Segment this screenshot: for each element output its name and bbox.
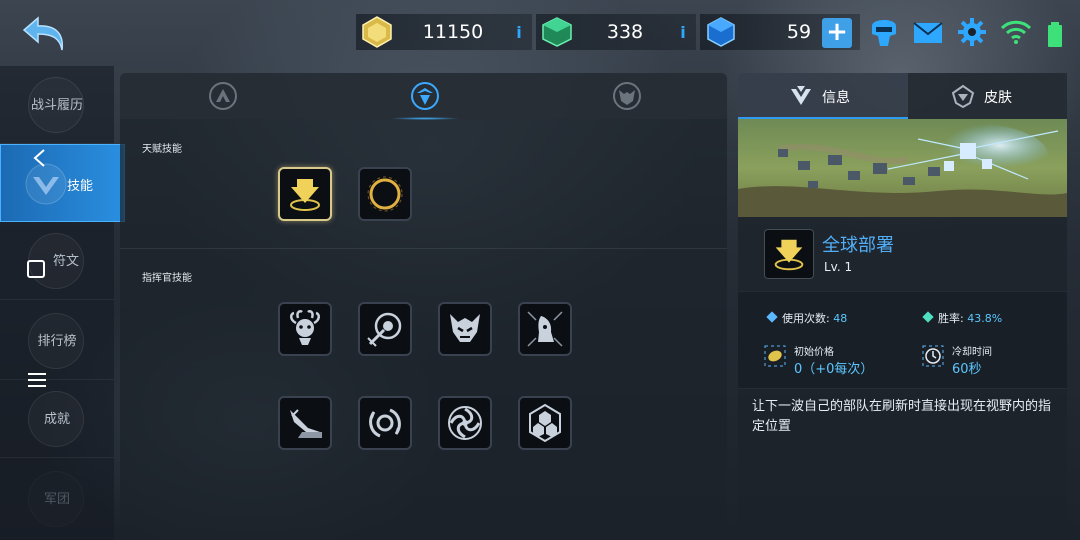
nav-item-leaderboard[interactable]: 排行榜: [0, 302, 114, 380]
medusa-skill-icon[interactable]: [278, 302, 332, 356]
winrate-stat: 胜率: 43.8%: [922, 310, 1003, 326]
skill-level: Lv. 1: [824, 260, 853, 274]
cooldown-value: 60秒: [952, 362, 982, 377]
detail-tabs: 信息 皮肤: [738, 73, 1067, 119]
uses-stat: 使用次数: 48: [766, 310, 848, 326]
add-currency-button[interactable]: +: [822, 18, 852, 48]
winrate-label: 胜率:: [938, 312, 964, 325]
price-value: 0（+0每次）: [794, 362, 874, 377]
tab-skin-label: 皮肤: [984, 90, 1012, 106]
info-tab-icon: [791, 86, 811, 105]
back-arrow-icon[interactable]: [18, 10, 74, 56]
active-tab-indicator: [390, 117, 460, 120]
tab-info-label: 信息: [822, 90, 850, 106]
price-label: 初始价格: [794, 347, 834, 358]
helmet-icon[interactable]: [866, 14, 902, 50]
skill-category-tabs: [120, 73, 727, 120]
section-divider: [120, 248, 727, 249]
gold-info-icon[interactable]: i: [512, 20, 526, 44]
clock-icon: [922, 345, 944, 367]
green-gem-counter: 338 i: [536, 14, 696, 50]
skill-preview-image: [738, 119, 1067, 217]
deploy-skill-icon[interactable]: [278, 167, 332, 221]
winrate-value: 43.8%: [967, 312, 1003, 325]
hexagon-skill-icon[interactable]: [518, 396, 572, 450]
overlay-home-icon[interactable]: [27, 260, 45, 278]
overlay-menu-icon[interactable]: [28, 373, 46, 387]
green-gem-value: 338: [606, 21, 644, 43]
skill-name: 全球部署: [822, 235, 894, 256]
skill-description: 让下一波自己的部队在刷新时直接出现在视野内的指定位置: [752, 399, 1052, 434]
blue-gem-icon: [707, 17, 735, 47]
cooldown-label: 冷却时间: [952, 347, 992, 358]
tab-skin[interactable]: 皮肤: [908, 73, 1067, 119]
nav-item-label: 成就: [43, 412, 70, 427]
top-bar: 11150 i 338 i 59 +: [0, 0, 1080, 66]
green-info-icon[interactable]: i: [676, 20, 690, 44]
nav-item-skills[interactable]: 技能: [0, 144, 125, 222]
skill-tab-icon[interactable]: [410, 81, 440, 111]
missile-skill-icon[interactable]: [278, 396, 332, 450]
nav-item-battle-history[interactable]: 战斗履历: [0, 66, 114, 144]
coin-icon: [764, 345, 786, 367]
skull-tab-icon[interactable]: [612, 81, 642, 111]
diamond-icon: [766, 311, 778, 323]
nav-item-label: 符文: [52, 254, 79, 269]
nav-item-achievements[interactable]: 成就: [0, 380, 114, 458]
battery-icon: [1048, 22, 1062, 47]
overlay-back-icon[interactable]: [30, 148, 50, 168]
horn-skill-icon[interactable]: [518, 302, 572, 356]
deploy-skill-icon: [774, 239, 804, 271]
nav-item-label: 排行榜: [37, 334, 77, 349]
wifi-icon: [1000, 20, 1032, 44]
selected-skill-icon: [764, 229, 814, 279]
demon-skill-icon[interactable]: [438, 302, 492, 356]
gear-icon[interactable]: [954, 14, 990, 50]
spiral-skill-icon[interactable]: [438, 396, 492, 450]
uses-value: 48: [833, 312, 848, 325]
skill-detail-panel: 信息 皮肤 全球部署 Lv. 1 使用次数: 48 胜率: 43.8% 初始价格…: [738, 73, 1067, 540]
mail-icon[interactable]: [910, 14, 946, 50]
target-skill-icon[interactable]: [358, 302, 412, 356]
nav-item-label: 军团: [43, 492, 70, 507]
talent-skills-title: 天赋技能: [142, 144, 182, 155]
tab-info[interactable]: 信息: [738, 73, 908, 119]
commander-tab-icon[interactable]: [208, 81, 238, 111]
skin-tab-icon: [951, 84, 975, 109]
nav-item-runes[interactable]: 符文: [0, 222, 114, 300]
nav-item-legion[interactable]: 军团: [0, 460, 114, 538]
gold-counter: 11150 i: [356, 14, 532, 50]
green-cube-icon: [542, 17, 572, 47]
commander-skills-title: 指挥官技能: [142, 273, 192, 284]
skills-panel: 天赋技能 指挥官技能: [120, 73, 727, 540]
skill-stats: 使用次数: 48 胜率: 43.8% 初始价格 0（+0每次） 冷却时间 60秒: [738, 291, 1067, 389]
ring-skill-icon[interactable]: [358, 167, 412, 221]
uses-label: 使用次数:: [782, 312, 830, 325]
nav-item-label: 技能: [67, 179, 94, 194]
diamond-icon: [922, 311, 934, 323]
gold-value: 11150: [422, 21, 484, 43]
gold-gem-icon: [362, 16, 392, 48]
left-nav: 战斗履历 符文 排行榜 成就 军团: [0, 66, 114, 540]
nav-item-label: 战斗履历: [30, 98, 83, 113]
vortex-skill-icon[interactable]: [358, 396, 412, 450]
